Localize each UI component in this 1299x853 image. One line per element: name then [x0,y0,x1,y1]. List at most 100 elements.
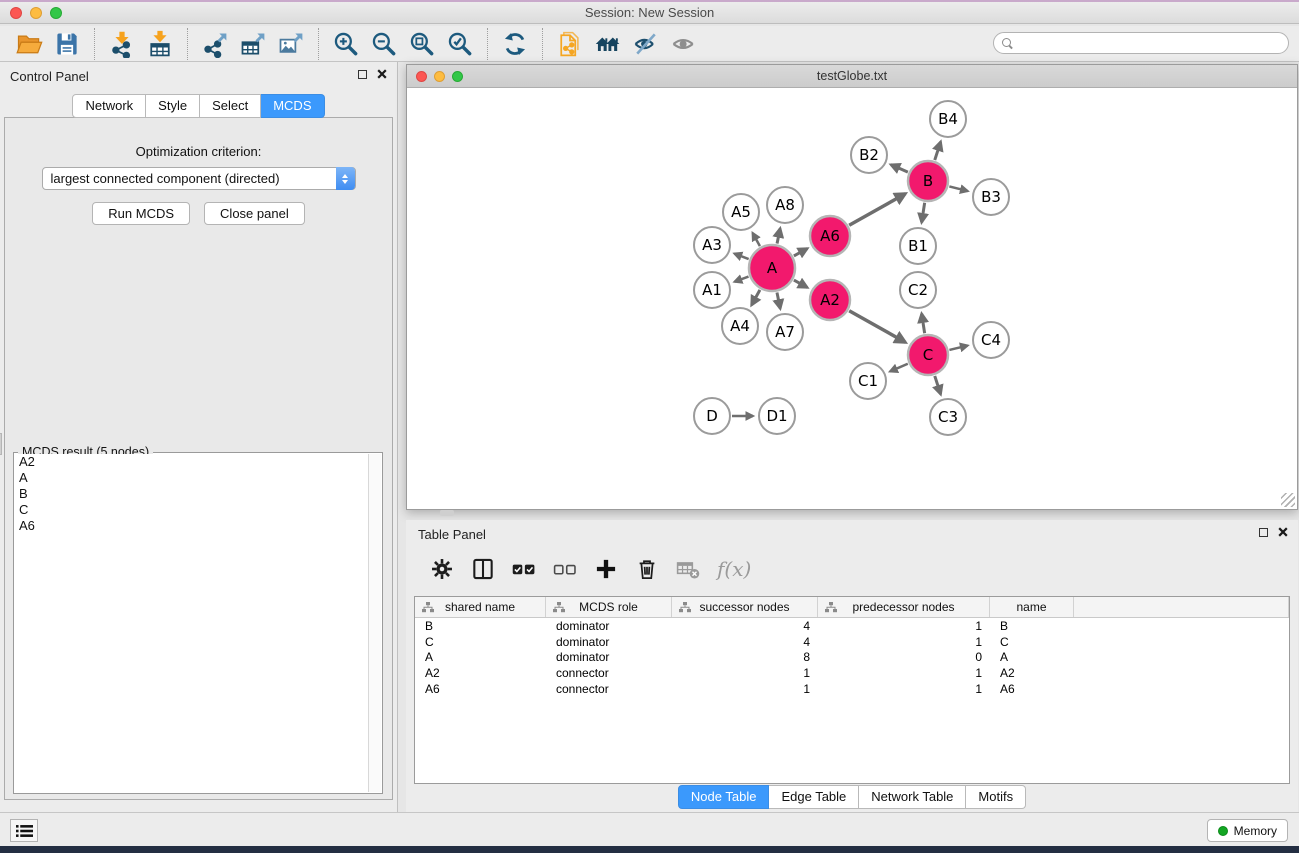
node-label-A7: A7 [775,323,795,341]
window-resize-grip[interactable] [1281,493,1295,507]
edge-A-A3[interactable] [734,254,748,259]
float-panel-icon[interactable] [358,70,367,79]
table-row[interactable]: Adominator80A [415,650,1289,666]
import-table-icon[interactable] [141,28,179,60]
edge-C-C3[interactable] [935,376,941,394]
mcds-result-list[interactable]: A2ABCA6 [15,454,368,792]
edge-C-C4[interactable] [949,346,967,350]
export-image-icon[interactable] [272,28,310,60]
edge-A2-C[interactable] [849,311,905,343]
edge-A-A8[interactable] [777,229,780,244]
tab-style[interactable]: Style [146,94,200,118]
tab-edge-table[interactable]: Edge Table [769,785,859,809]
table-row[interactable]: A2connector11A2 [415,665,1289,681]
column-type-icon [679,602,691,616]
zoom-in-icon[interactable] [327,28,365,60]
edge-B-B1[interactable] [922,203,925,223]
column-header-name[interactable]: name [990,597,1074,617]
float-table-panel-icon[interactable] [1259,528,1268,537]
edge-C-C2[interactable] [922,314,925,334]
cell-name: A6 [990,682,1074,696]
node-label-C3: C3 [938,408,958,426]
run-mcds-button[interactable]: Run MCDS [92,202,190,225]
edge-A-A2[interactable] [794,280,807,287]
select-all-checked-icon[interactable] [508,553,540,585]
table-row[interactable]: A6connector11A6 [415,681,1289,697]
deselect-all-unchecked-icon[interactable] [549,553,581,585]
column-header-shared-name[interactable]: shared name [415,597,546,617]
add-column-plus-icon[interactable] [590,553,622,585]
edge-B-B4[interactable] [935,142,941,160]
search-input[interactable] [1018,34,1288,52]
tab-motifs[interactable]: Motifs [966,785,1026,809]
column-header-MCDS-role[interactable]: MCDS role [546,597,672,617]
open-session-icon[interactable] [10,28,48,60]
node-label-A: A [767,259,778,277]
search-field[interactable] [993,32,1289,54]
toolbar-separator [542,28,543,60]
tab-node-table[interactable]: Node Table [678,785,770,809]
control-panel: Control Panel NetworkStyleSelectMCDS Opt… [0,62,398,812]
table-row[interactable]: Cdominator41C [415,634,1289,650]
mcds-result-item[interactable]: B [15,486,368,502]
tab-network-table[interactable]: Network Table [859,785,966,809]
edge-A-A6[interactable] [794,249,807,256]
split-pane-grip[interactable] [440,510,454,516]
network-window-titlebar[interactable]: testGlobe.txt [407,65,1297,88]
delete-column-trash-icon[interactable] [631,553,663,585]
column-header-predecessor-nodes[interactable]: predecessor nodes [818,597,990,617]
hide-selected-eye-icon[interactable] [627,28,665,60]
mcds-result-item[interactable]: A2 [15,454,368,470]
network-from-document-icon[interactable] [551,28,589,60]
node-label-C2: C2 [908,281,928,299]
home-views-icon[interactable] [589,28,627,60]
task-history-button[interactable] [10,819,38,842]
edge-A6-B[interactable] [849,194,905,226]
zoom-selected-icon[interactable] [441,28,479,60]
node-label-A3: A3 [702,236,722,254]
cell-predecessor-nodes: 1 [818,635,990,649]
refresh-icon[interactable] [496,28,534,60]
mcds-result-scrollbar[interactable] [368,454,381,792]
function-builder-fx-icon: f(x) [713,557,751,581]
save-session-icon[interactable] [48,28,86,60]
import-network-icon[interactable] [103,28,141,60]
mcds-result-group: MCDS result (5 nodes) A2ABCA6 [13,452,383,794]
memory-button[interactable]: Memory [1207,819,1288,842]
export-table-icon[interactable] [234,28,272,60]
edge-B-B3[interactable] [949,186,967,191]
panel-divider-grip[interactable] [0,433,2,455]
node-label-B2: B2 [859,146,879,164]
mcds-result-item[interactable]: A6 [15,518,368,534]
list-icon [16,824,33,838]
zoom-fit-icon[interactable] [403,28,441,60]
edge-C-C1[interactable] [890,364,908,372]
close-panel-icon[interactable] [377,69,387,79]
export-network-icon[interactable] [196,28,234,60]
node-label-A5: A5 [731,203,751,221]
cell-successor-nodes: 1 [672,666,818,680]
tab-select[interactable]: Select [200,94,261,118]
close-panel-button[interactable]: Close panel [204,202,305,225]
cell-name: A [990,650,1074,664]
table-settings-gear-icon[interactable] [426,553,458,585]
show-columns-icon[interactable] [467,553,499,585]
edge-B-B2[interactable] [891,165,908,172]
column-header-successor-nodes[interactable]: successor nodes [672,597,818,617]
tab-mcds[interactable]: MCDS [261,94,324,118]
main-area: Control Panel NetworkStyleSelectMCDS Opt… [0,62,1299,812]
mcds-result-item[interactable]: A [15,470,368,486]
mcds-result-item[interactable]: C [15,502,368,518]
table-panel-title: Table Panel [418,527,486,542]
edge-A-A5[interactable] [753,233,760,246]
edge-A-A1[interactable] [735,277,749,282]
network-canvas[interactable]: B4B2BB3A5A8A6A3B1AA1C2A2A4A7C4CC1C3DD1 [407,88,1297,509]
show-all-eye-icon[interactable] [665,28,703,60]
edge-A-A7[interactable] [777,292,780,308]
close-table-panel-icon[interactable] [1278,527,1288,537]
edge-A-A4[interactable] [752,290,760,305]
zoom-out-icon[interactable] [365,28,403,60]
table-row[interactable]: Bdominator41B [415,618,1289,634]
criterion-dropdown[interactable]: largest connected component (directed) [42,167,356,190]
tab-network[interactable]: Network [72,94,146,118]
